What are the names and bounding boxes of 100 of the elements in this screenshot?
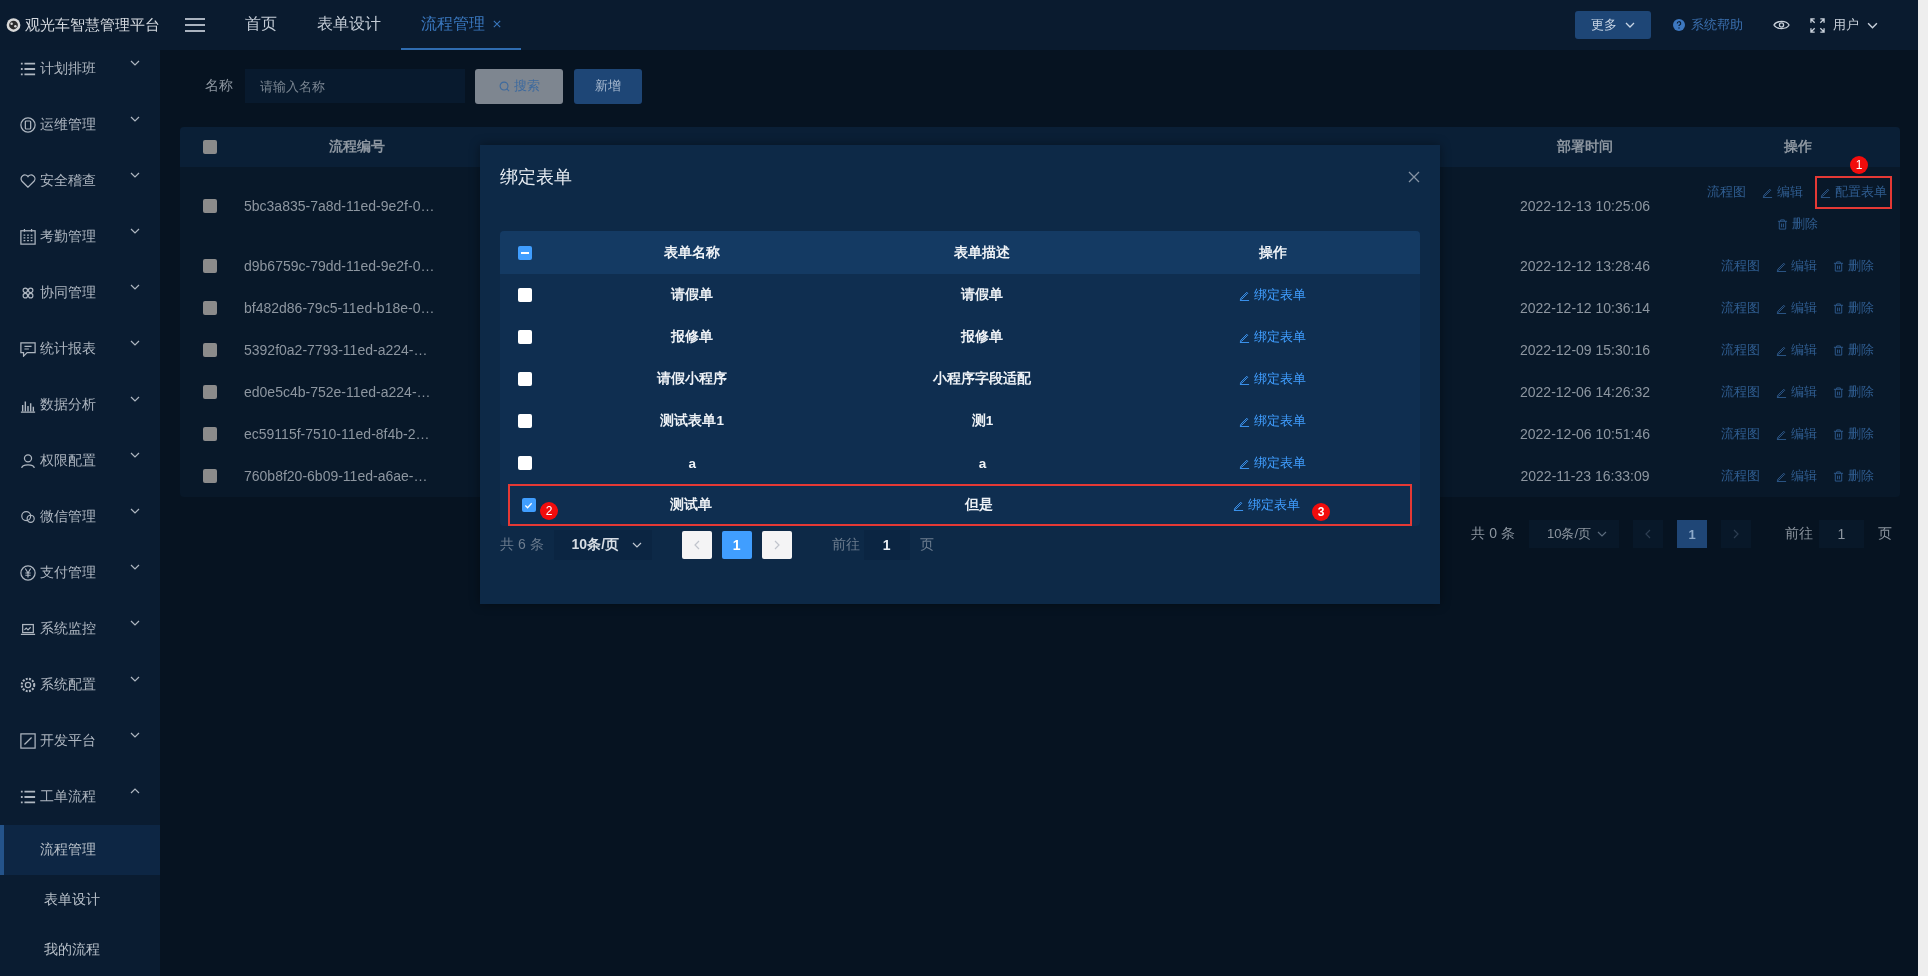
edit-link[interactable]: 编辑 <box>1772 296 1821 320</box>
bind-form-link[interactable]: 绑定表单 <box>1239 412 1307 430</box>
table-cell: 2022-12-06 14:26:32 <box>1520 384 1650 400</box>
flowchart-link[interactable]: 流程图 <box>1717 422 1764 446</box>
checkbox[interactable] <box>203 343 217 357</box>
checkbox[interactable] <box>517 372 532 386</box>
edit-link[interactable]: 编辑 <box>1772 380 1821 404</box>
page-size-select[interactable]: 10条/页 <box>1529 520 1619 548</box>
checkbox[interactable] <box>203 140 217 154</box>
heart-icon <box>20 173 36 189</box>
sidebar-item[interactable]: 微信管理 <box>0 489 160 545</box>
checkbox[interactable] <box>203 427 217 441</box>
page-input[interactable]: 1 <box>1819 520 1864 548</box>
delete-link[interactable]: 删除 <box>1829 296 1878 320</box>
add-button[interactable]: 新增 <box>574 68 642 104</box>
more-dropdown[interactable]: 更多 <box>1575 11 1651 39</box>
sidebar-item[interactable]: 统计报表 <box>0 321 160 377</box>
chevron-right-icon <box>1733 529 1739 539</box>
eye-icon[interactable] <box>1773 19 1790 31</box>
delete-link[interactable]: 删除 <box>1829 422 1878 446</box>
bind-form-link[interactable]: 绑定表单 <box>1239 286 1307 304</box>
edit-link[interactable]: 编辑 <box>1772 422 1821 446</box>
sidebar-item[interactable]: 考勤管理 <box>0 209 160 265</box>
checkbox[interactable] <box>203 385 217 399</box>
help-link[interactable]: 系统帮助 <box>1691 16 1743 34</box>
pencil-icon <box>1762 187 1773 198</box>
page-suffix: 页 <box>1878 525 1892 543</box>
checkbox[interactable] <box>203 259 217 273</box>
sidebar-subitem[interactable]: 我的流程 <box>0 925 160 975</box>
tab[interactable]: 首页 <box>225 0 297 50</box>
checkbox[interactable] <box>517 414 532 428</box>
sidebar-subitem[interactable]: 表单设计 <box>0 875 160 925</box>
table-cell: 2022-12-13 10:25:06 <box>1520 198 1650 214</box>
delete-link[interactable]: 删除 <box>1829 464 1878 488</box>
next-page-button[interactable] <box>761 531 792 559</box>
sidebar-subitem[interactable]: 流程管理 <box>0 825 160 875</box>
flowchart-link[interactable]: 流程图 <box>1717 296 1764 320</box>
delete-link[interactable]: 删除 <box>1829 254 1878 278</box>
bind-form-link[interactable]: 绑定表单 <box>1239 328 1307 346</box>
delete-link[interactable]: 删除 <box>1829 380 1878 404</box>
flowchart-link[interactable]: 流程图 <box>1717 380 1764 404</box>
chevron-down-icon <box>130 564 140 570</box>
sidebar-item[interactable]: 系统配置 <box>0 657 160 713</box>
checkbox[interactable] <box>517 330 532 344</box>
tab[interactable]: 流程管理 <box>401 0 521 50</box>
list-icon <box>20 789 36 805</box>
chevron-down-icon <box>130 508 140 514</box>
step-marker: 2 <box>540 502 558 520</box>
flowchart-link[interactable]: 流程图 <box>1717 338 1764 362</box>
delete-link[interactable]: 删除 <box>1829 338 1878 362</box>
page-number[interactable]: 1 <box>1677 520 1707 548</box>
edit-link[interactable]: 编辑 <box>1758 176 1807 209</box>
menu-icon[interactable] <box>185 17 205 33</box>
checkbox[interactable] <box>517 456 532 470</box>
sidebar-item[interactable]: 支付管理 <box>0 545 160 601</box>
pencil-icon <box>1776 344 1787 356</box>
edit-link[interactable]: 编辑 <box>1772 254 1821 278</box>
name-input[interactable]: 请输入名称 <box>245 69 465 103</box>
sidebar-item[interactable]: 权限配置 <box>0 433 160 489</box>
page-size-select[interactable]: 10条/页 <box>553 530 652 560</box>
sidebar-item[interactable]: 协同管理 <box>0 265 160 321</box>
checkbox[interactable] <box>203 199 217 213</box>
flowchart-link[interactable]: 流程图 <box>1717 464 1764 488</box>
fullscreen-icon[interactable] <box>1810 17 1825 33</box>
sidebar-item[interactable]: 计划排班 <box>0 50 160 97</box>
sidebar-item[interactable]: 运维管理 <box>0 97 160 153</box>
flowchart-link[interactable]: 流程图 <box>1717 254 1764 278</box>
sidebar-item[interactable]: 数据分析 <box>0 377 160 433</box>
bind-form-link[interactable]: 绑定表单 <box>1232 496 1300 514</box>
caret-icon[interactable] <box>1867 21 1878 29</box>
delete-link[interactable]: 删除 <box>1773 213 1822 236</box>
checkbox[interactable] <box>517 288 532 302</box>
sidebar-item[interactable]: 系统监控 <box>0 601 160 657</box>
edit-link[interactable]: 编辑 <box>1772 464 1821 488</box>
page-number[interactable]: 1 <box>721 531 752 559</box>
checkbox[interactable] <box>517 245 532 260</box>
sidebar-item[interactable]: 开发平台 <box>0 713 160 769</box>
page-input[interactable]: 1 <box>863 530 910 560</box>
close-icon[interactable] <box>1408 171 1420 183</box>
flowchart-link[interactable]: 流程图 <box>1703 176 1750 209</box>
page-suffix: 页 <box>919 536 934 554</box>
prev-page-button[interactable] <box>681 531 712 559</box>
bind-form-link[interactable]: 绑定表单 <box>1239 370 1307 388</box>
sidebar-item[interactable]: 工单流程 <box>0 769 160 825</box>
chevron-down-icon <box>130 676 140 682</box>
help-icon <box>1673 19 1685 31</box>
user-menu[interactable]: 用户 <box>1833 16 1859 34</box>
tab[interactable]: 表单设计 <box>297 0 401 50</box>
table-cell: 2022-12-09 15:30:16 <box>1520 342 1650 358</box>
goto-label: 前往 <box>1785 525 1813 543</box>
pencil-icon <box>1239 415 1251 427</box>
sidebar-item[interactable]: 安全稽查 <box>0 153 160 209</box>
scrollbar[interactable] <box>1918 0 1928 976</box>
checkbox[interactable] <box>203 469 217 483</box>
edit-link[interactable]: 编辑 <box>1772 338 1821 362</box>
checkbox[interactable] <box>203 301 217 315</box>
bind-form-link[interactable]: 绑定表单 <box>1239 454 1307 472</box>
column-header: 部署时间 <box>1557 138 1613 156</box>
close-icon[interactable] <box>493 20 501 28</box>
checkbox[interactable] <box>521 498 536 512</box>
